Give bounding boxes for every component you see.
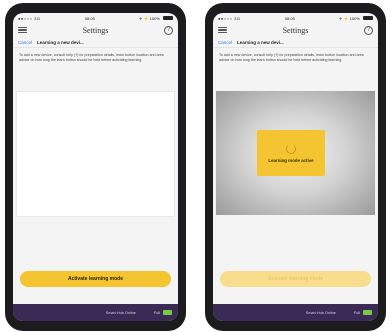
hamburger-icon[interactable] <box>18 26 27 34</box>
hamburger-line <box>18 26 27 28</box>
bottom-status-bar: Smart Hub Online Full <box>213 304 378 321</box>
hub-status-label: Smart Hub Online <box>105 310 136 315</box>
status-right: ✈ ⚡ 100% <box>139 16 173 21</box>
status-bar: ●●○○○ 3G 08:05 ✈ ⚡ 100% <box>13 13 178 23</box>
status-battery-text: ✈ ⚡ 100% <box>339 15 360 21</box>
instructions-text: To add a new device, consult help (?) fo… <box>19 53 164 62</box>
fill-indicator-icon <box>163 310 172 315</box>
hamburger-line <box>218 26 227 28</box>
instructions-text: To add a new device, consult help (?) fo… <box>219 53 364 62</box>
title-row: Settings ? <box>213 23 378 37</box>
phone-right: ●●○○○ 3G 08:05 ✈ ⚡ 100% Settings ? Cance… <box>205 3 386 331</box>
learning-mode-label: Learning mode active <box>268 157 314 163</box>
phone-right-screen: ●●○○○ 3G 08:05 ✈ ⚡ 100% Settings ? Cance… <box>213 13 378 321</box>
subheader-title: Learning a new devi... <box>37 39 84 45</box>
help-icon[interactable]: ? <box>164 25 173 35</box>
spinner-icon <box>286 143 296 154</box>
hamburger-line <box>218 32 227 34</box>
fill-indicator-icon <box>363 310 372 315</box>
phone-left: ●●○○○ 3G 08:05 ✈ ⚡ 100% Settings ? Cance… <box>5 3 186 331</box>
cancel-link[interactable]: Cancel <box>18 40 32 45</box>
status-carrier: ●●○○○ 3G <box>18 15 41 21</box>
subheader: Cancel Learning a new devi... <box>13 37 178 48</box>
status-battery-text: ✈ ⚡ 100% <box>139 15 160 21</box>
hamburger-line <box>218 29 227 31</box>
canvas: ●●○○○ 3G 08:05 ✈ ⚡ 100% Settings ? Cance… <box>0 0 392 332</box>
hamburger-line <box>18 29 27 31</box>
phone-left-screen: ●●○○○ 3G 08:05 ✈ ⚡ 100% Settings ? Cance… <box>13 13 178 321</box>
learning-mode-card: Learning mode active <box>257 130 325 176</box>
subheader-title: Learning a new devi... <box>237 39 284 45</box>
status-time: 08:05 <box>284 15 295 21</box>
hamburger-line <box>18 32 27 34</box>
status-right: ✈ ⚡ 100% <box>339 16 373 21</box>
content-panel <box>16 91 175 217</box>
subheader: Cancel Learning a new devi... <box>213 37 378 48</box>
help-icon[interactable]: ? <box>364 25 373 35</box>
activate-learning-button[interactable]: Activate learning mode <box>20 271 171 287</box>
title-row: Settings ? <box>13 23 178 37</box>
status-time: 08:05 <box>84 15 95 21</box>
activate-learning-button-disabled: Activate learning mode <box>220 271 371 287</box>
battery-icon <box>363 16 373 21</box>
fill-label: Full <box>353 310 360 315</box>
hub-status-label: Smart Hub Online <box>305 310 336 315</box>
status-carrier: ●●○○○ 3G <box>218 15 241 21</box>
status-bar: ●●○○○ 3G 08:05 ✈ ⚡ 100% <box>213 13 378 23</box>
learning-overlay-panel: Learning mode active <box>216 91 375 215</box>
bottom-status-bar: Smart Hub Online Full <box>13 304 178 321</box>
page-title: Settings <box>282 25 309 35</box>
battery-icon <box>163 16 173 21</box>
page-title: Settings <box>82 25 109 35</box>
hamburger-icon[interactable] <box>218 26 227 34</box>
fill-label: Full <box>153 310 160 315</box>
cancel-link[interactable]: Cancel <box>218 40 232 45</box>
